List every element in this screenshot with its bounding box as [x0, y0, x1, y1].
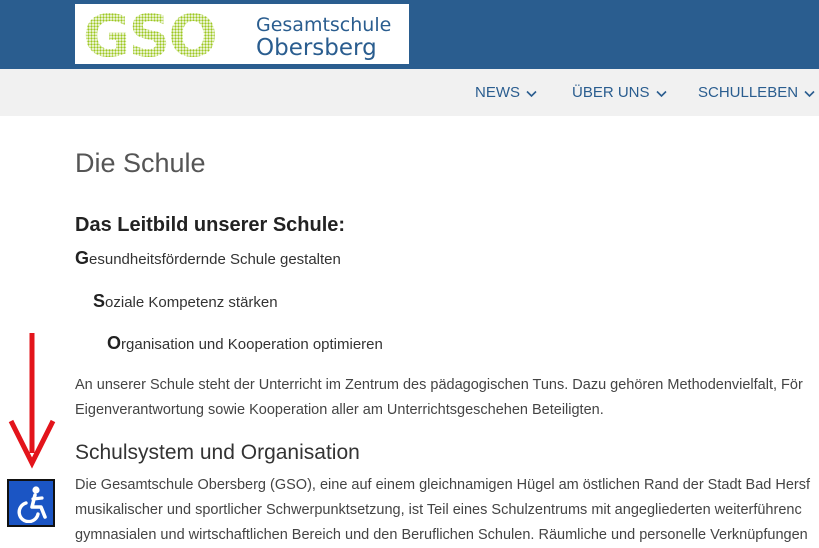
motto-text: esundheitsfördernde Schule gestalten: [89, 251, 341, 268]
accessibility-button[interactable]: [7, 479, 55, 527]
logo-mark-text: GSO: [83, 4, 216, 64]
nav-item-label: SCHULLEBEN: [698, 84, 799, 101]
site-header: GSO Gesamtschule Obersberg: [0, 0, 819, 69]
motto-line-o: Organisation und Kooperation optimieren: [107, 333, 383, 354]
motto-line-g: Gesundheitsfördernde Schule gestalten: [75, 248, 341, 269]
chevron-down-icon: [655, 70, 667, 116]
chevron-down-icon: [804, 70, 815, 116]
wheelchair-icon: [17, 486, 47, 523]
gso-logo-mark-icon: GSO: [83, 4, 218, 64]
motto-line-s: Soziale Kompetenz stärken: [93, 291, 278, 312]
intro-paragraph: An unserer Schule steht der Unterricht i…: [75, 373, 819, 423]
motto-text: oziale Kompetenz stärken: [105, 294, 278, 311]
motto-initial: S: [93, 291, 106, 311]
paragraph-line: musikalischer und sportlicher Schwerpunk…: [75, 502, 802, 518]
paragraph-line: Die Gesamtschule Obersberg (GSO), eine a…: [75, 477, 811, 493]
arrow-down-icon: [8, 333, 56, 474]
paragraph-line: An unserer Schule steht der Unterricht i…: [75, 377, 803, 393]
logo-text-line2: Obersberg: [256, 35, 377, 61]
nav-item-label: ÜBER UNS: [572, 84, 650, 101]
leitbild-heading: Das Leitbild unserer Schule:: [75, 214, 346, 236]
logo-text-line1: Gesamtschule: [256, 14, 392, 36]
page-title: Die Schule: [75, 148, 206, 178]
main-navigation: NEWS ÜBER UNS SCHULLEBEN: [0, 69, 819, 116]
nav-item-news[interactable]: NEWS: [475, 69, 537, 116]
nav-item-label: NEWS: [475, 84, 520, 101]
section-heading: Schulsystem und Organisation: [75, 441, 360, 464]
chevron-down-icon: [526, 70, 537, 116]
paragraph-line: Eigenverantwortung sowie Kooperation all…: [75, 402, 604, 418]
nav-item-schulleben[interactable]: SCHULLEBEN: [698, 69, 815, 116]
school-logo[interactable]: GSO Gesamtschule Obersberg: [75, 4, 409, 64]
motto-initial: O: [107, 333, 122, 353]
motto-text: rganisation und Kooperation optimieren: [121, 336, 383, 353]
motto-initial: G: [75, 248, 90, 268]
schulsystem-paragraph: Die Gesamtschule Obersberg (GSO), eine a…: [75, 473, 819, 548]
nav-item-ueber-uns[interactable]: ÜBER UNS: [572, 69, 667, 116]
